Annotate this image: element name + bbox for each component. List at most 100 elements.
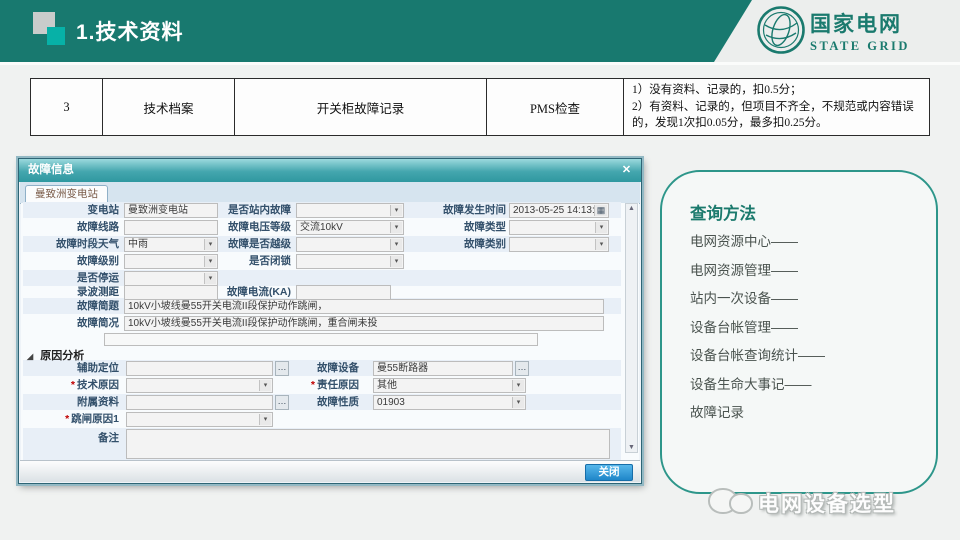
device-value: 曼55断路器 — [377, 363, 428, 374]
dropdown-arrow-icon[interactable]: ▾ — [390, 256, 402, 267]
type-label: 故障类型 — [414, 220, 506, 235]
list-item: 设备生命大事记—— — [690, 371, 825, 400]
attach-field[interactable] — [126, 395, 273, 410]
tech-cause-select[interactable]: ▾ — [126, 378, 273, 393]
device-field[interactable]: 曼55断路器 — [373, 361, 513, 376]
outage-select[interactable]: ▾ — [124, 271, 218, 286]
wechat-icon — [729, 493, 753, 514]
criteria-table: 3 技术档案 开关柜故障记录 PMS检查 1）没有资料、记录的，扣0.5分； 2… — [30, 78, 930, 136]
dialog-footer: 关闭 — [20, 460, 640, 482]
fault-title-value: 10kV小坡线曼55开关电流II段保护动作跳闸， — [128, 301, 327, 312]
overstep-label: 故障是否越级 — [199, 237, 291, 252]
dropdown-arrow-icon[interactable]: ▾ — [259, 414, 271, 425]
close-icon[interactable]: ✕ — [619, 163, 634, 178]
station-label: 变电站 — [39, 203, 119, 218]
cell-item: 开关柜故障记录 — [235, 79, 487, 136]
fault-info-dialog: 故障信息 ✕ 曼致洲变电站 变电站 故障线路 故障时段天气 故障级别 是否停运 … — [18, 158, 642, 484]
lock-label: 是否闭锁 — [199, 254, 291, 269]
remark-textarea[interactable] — [126, 429, 610, 459]
attach-label: 附属资料 — [39, 395, 119, 410]
cell-method: PMS检查 — [487, 79, 624, 136]
required-mark: * — [311, 379, 315, 391]
cell-category: 技术档案 — [103, 79, 235, 136]
watermark-text: 电网设备选型 — [758, 488, 896, 518]
voltage-value: 交流10kV — [300, 222, 343, 233]
resp-cause-label: *责任原因 — [279, 378, 359, 393]
fault-brief-label: 故障简况 — [39, 316, 119, 331]
dropdown-arrow-icon[interactable]: ▾ — [512, 380, 524, 391]
device-browse-button[interactable]: … — [515, 361, 529, 376]
list-item: 电网资源中心—— — [690, 228, 825, 257]
scroll-up-icon[interactable]: ▲ — [626, 205, 637, 212]
table-row: 3 技术档案 开关柜故障记录 PMS检查 1）没有资料、记录的，扣0.5分； 2… — [31, 79, 930, 136]
nature-label: 故障性质 — [279, 395, 359, 410]
weather-value: 中雨 — [128, 239, 148, 250]
weather-label: 故障时段天气 — [39, 237, 119, 252]
level-label: 故障级别 — [39, 254, 119, 269]
resp-cause-select[interactable]: 其他 ▾ — [373, 378, 526, 393]
list-item: 电网资源管理—— — [690, 257, 825, 286]
dialog-titlebar[interactable]: 故障信息 ✕ — [19, 159, 641, 182]
panel-title: 查询方法 — [690, 200, 756, 224]
line-label: 故障线路 — [39, 220, 119, 235]
dropdown-arrow-icon[interactable]: ▾ — [512, 397, 524, 408]
overstep-select[interactable]: ▾ — [296, 237, 404, 252]
insite-label: 是否站内故障 — [199, 203, 291, 218]
panel-list: 电网资源中心—— 电网资源管理—— 站内一次设备—— 设备台帐管理—— 设备台帐… — [690, 228, 825, 428]
aux-label: 辅助定位 — [39, 361, 119, 376]
remark-label: 备注 — [39, 431, 119, 446]
resp-cause-value: 其他 — [377, 380, 397, 391]
class-select[interactable]: ▾ — [509, 237, 609, 252]
dropdown-arrow-icon[interactable]: ▾ — [595, 222, 607, 233]
lock-select[interactable]: ▾ — [296, 254, 404, 269]
insite-select[interactable]: ▾ — [296, 203, 404, 218]
list-item: 站内一次设备—— — [690, 285, 825, 314]
dropdown-arrow-icon[interactable]: ▾ — [595, 239, 607, 250]
tech-cause-label: *技术原因 — [39, 378, 119, 393]
dropdown-arrow-icon[interactable]: ▾ — [390, 205, 402, 216]
dropdown-arrow-icon[interactable]: ▾ — [390, 222, 402, 233]
type-select[interactable]: ▾ — [509, 220, 609, 235]
calendar-icon[interactable]: ▦ — [594, 205, 607, 216]
dropdown-arrow-icon[interactable]: ▾ — [390, 239, 402, 250]
dropdown-arrow-icon[interactable]: ▾ — [259, 380, 271, 391]
nature-select[interactable]: 01903 ▾ — [373, 395, 526, 410]
logo-text-cn: 国家电网 — [810, 8, 910, 38]
voltage-select[interactable]: 交流10kV ▾ — [296, 220, 404, 235]
fault-title-field[interactable]: 10kV小坡线曼55开关电流II段保护动作跳闸， — [124, 299, 604, 314]
fault-brief-value: 10kV小坡线曼55开关电流II段保护动作跳闸，重合闸未投 — [128, 318, 377, 329]
query-method-panel: 查询方法 电网资源中心—— 电网资源管理—— 站内一次设备—— 设备台帐管理——… — [660, 170, 938, 494]
dropdown-arrow-icon[interactable]: ▾ — [204, 273, 216, 284]
dialog-tabstrip: 曼致洲变电站 — [20, 182, 640, 204]
logo-text-en: STATE GRID — [810, 39, 910, 54]
time-label: 故障发生时间 — [414, 203, 506, 218]
nature-value: 01903 — [377, 397, 405, 408]
time-value: 2013-05-25 14:13:5 — [513, 205, 600, 216]
required-mark: * — [65, 413, 69, 425]
station-value: 曼致洲变电站 — [128, 205, 188, 216]
deco-square-teal — [47, 27, 65, 45]
header-divider — [0, 62, 960, 65]
section-collapse-icon[interactable]: ◢ — [27, 352, 33, 361]
fault-brief-field[interactable]: 10kV小坡线曼55开关电流II段保护动作跳闸，重合闸未投 — [124, 316, 604, 331]
current-label: 故障电流(KA) — [199, 285, 291, 300]
trip-cause-label: *跳闸原因1 — [39, 412, 119, 427]
required-mark: * — [71, 379, 75, 391]
state-grid-emblem-icon — [756, 5, 806, 55]
device-label: 故障设备 — [279, 361, 359, 376]
vertical-scrollbar[interactable]: ▲ ▼ — [625, 203, 638, 453]
list-item: 故障记录 — [690, 399, 825, 428]
slide-header: 1.技术资料 国家电网 STATE GRID — [0, 0, 960, 62]
close-button[interactable]: 关闭 — [585, 464, 633, 481]
empty-bar — [104, 333, 538, 346]
cell-no: 3 — [31, 79, 103, 136]
trip-cause-select[interactable]: ▾ — [126, 412, 273, 427]
time-field[interactable]: 2013-05-25 14:13:5 ▦ — [509, 203, 609, 218]
current-field[interactable] — [296, 285, 391, 300]
aux-field[interactable] — [126, 361, 273, 376]
distance-label: 录波测距 — [39, 285, 119, 300]
outage-label: 是否停运 — [39, 271, 119, 286]
scroll-down-icon[interactable]: ▼ — [626, 444, 637, 451]
voltage-label: 故障电压等级 — [199, 220, 291, 235]
state-grid-logo: 国家电网 STATE GRID — [700, 0, 960, 62]
